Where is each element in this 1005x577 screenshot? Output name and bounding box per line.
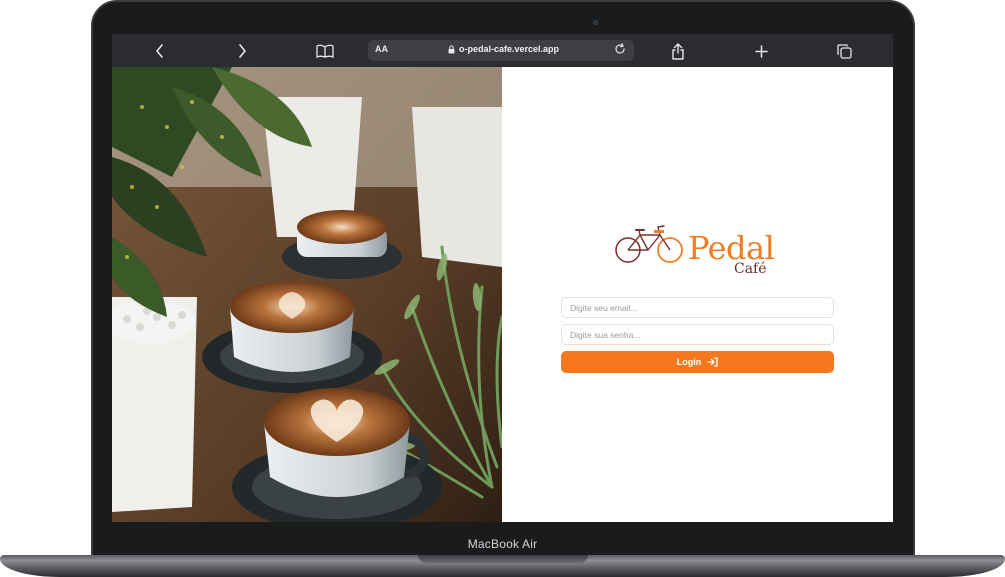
screen: AA o-pedal-cafe.vercel.app Pedal Café Di…: [112, 34, 893, 522]
brand-logo: Pedal Café: [614, 217, 775, 281]
book-icon[interactable]: [314, 40, 336, 62]
text-size-button[interactable]: AA: [375, 44, 388, 54]
email-field[interactable]: [561, 297, 834, 318]
address-bar[interactable]: AA o-pedal-cafe.vercel.app: [368, 40, 634, 61]
model-label: MacBook Air: [467, 537, 538, 551]
login-pane: Pedal Café Login: [502, 67, 893, 522]
bicycle-icon: [615, 225, 683, 263]
tabs-icon[interactable]: [833, 40, 855, 62]
password-field[interactable]: [561, 324, 834, 345]
chevron-left-icon[interactable]: [149, 40, 171, 62]
chevron-right-icon[interactable]: [231, 40, 253, 62]
sign-in-icon: [707, 357, 718, 367]
camera-icon: [593, 20, 598, 25]
url-text: o-pedal-cafe.vercel.app: [459, 44, 560, 54]
browser-toolbar: AA o-pedal-cafe.vercel.app: [112, 34, 893, 67]
coffee-plants-image: [112, 67, 502, 522]
lock-icon: [448, 44, 455, 53]
coffee-photo: [112, 67, 502, 522]
reload-icon[interactable]: [614, 43, 626, 58]
share-icon[interactable]: [667, 40, 689, 62]
url-group: o-pedal-cafe.vercel.app: [448, 44, 559, 54]
plus-icon[interactable]: [750, 40, 772, 62]
login-button-label: Login: [676, 357, 702, 367]
laptop-hinge-notch: [418, 555, 588, 563]
brand-subtitle: Café: [734, 261, 767, 277]
login-button[interactable]: Login: [561, 351, 834, 373]
